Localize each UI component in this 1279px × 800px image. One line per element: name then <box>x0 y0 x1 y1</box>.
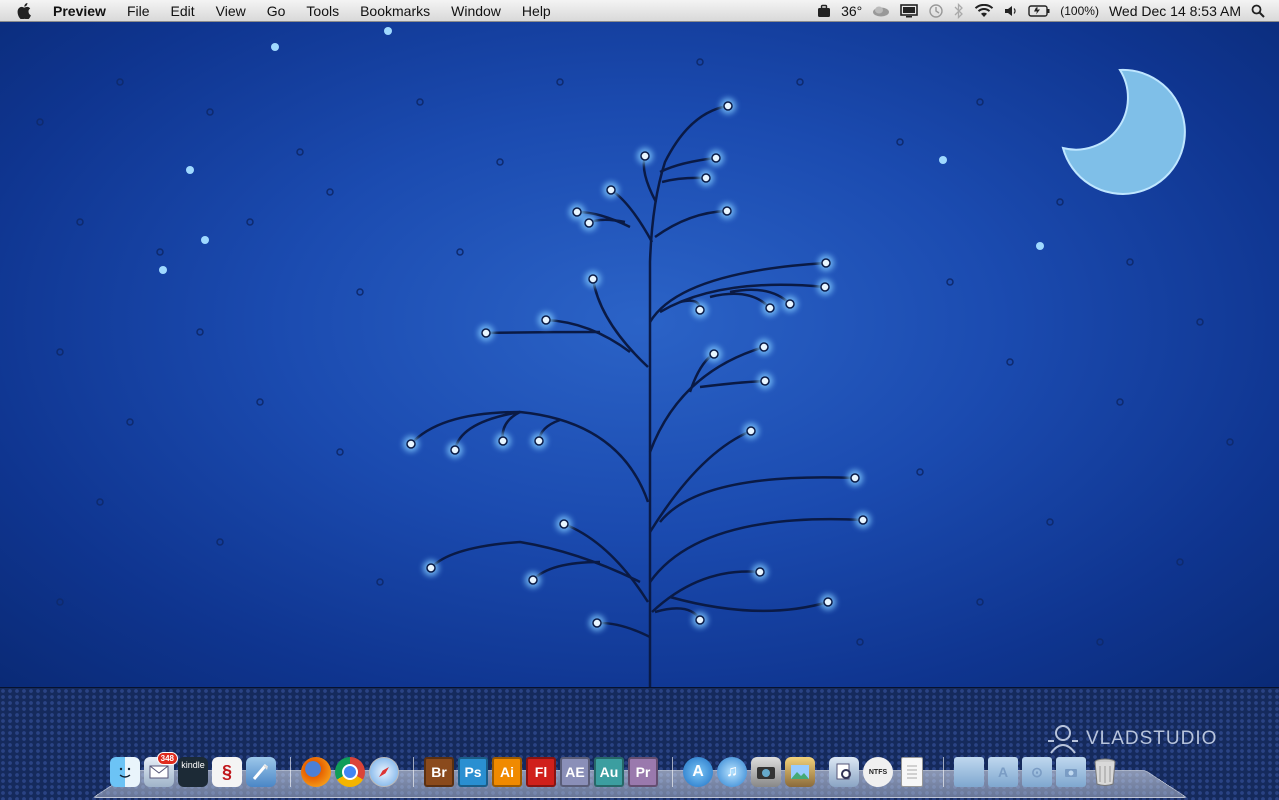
apple-menu-icon[interactable] <box>17 2 37 19</box>
document-icon[interactable] <box>901 757 923 787</box>
mail-unread-badge: 348 <box>156 752 178 765</box>
kindle-label: kindle <box>181 760 205 770</box>
itunes-icon[interactable]: ♫ <box>717 757 747 787</box>
iphoto-icon[interactable] <box>785 757 815 787</box>
wallpaper-art <box>36 27 1234 687</box>
menu-bar: Preview File Edit View Go Tools Bookmark… <box>0 0 1279 22</box>
bluetooth-icon[interactable] <box>954 3 964 19</box>
time-machine-icon[interactable] <box>928 3 944 19</box>
clock-datetime[interactable]: Wed Dec 14 8:53 AM <box>1109 3 1241 19</box>
illustrator-icon[interactable]: Ai <box>492 757 522 787</box>
menu-window[interactable]: Window <box>451 3 501 19</box>
audition-icon[interactable]: Au <box>594 757 624 787</box>
battery-icon[interactable] <box>1028 5 1050 17</box>
menu-tools[interactable]: Tools <box>306 3 339 19</box>
dock-separator <box>290 757 291 787</box>
app-store-icon[interactable]: A <box>683 757 713 787</box>
flash-icon[interactable]: Fl <box>526 757 556 787</box>
vladstudio-logo-icon <box>1048 725 1078 754</box>
applications-folder-icon[interactable]: A <box>988 757 1018 787</box>
battery-percent[interactable]: (100%) <box>1060 4 1099 18</box>
weather-cloud-icon[interactable] <box>872 5 890 17</box>
status-menus: 36° (100%) Wed Dec 14 8:53 AM <box>817 0 1279 22</box>
bridge-icon[interactable]: Br <box>424 757 454 787</box>
briefcase-icon[interactable] <box>817 4 831 18</box>
dock-separator <box>943 757 944 787</box>
dock: 348 kindle § Br Ps Ai Fl AE Au Pr A ♫ NT… <box>110 752 1180 789</box>
spotlight-search-icon[interactable] <box>1251 4 1265 18</box>
xcode-icon[interactable] <box>246 757 276 787</box>
menu-help[interactable]: Help <box>522 3 551 19</box>
folder-icon[interactable] <box>954 757 984 787</box>
kindle-icon[interactable]: kindle <box>178 757 208 787</box>
finder-icon[interactable] <box>110 757 140 787</box>
menu-edit[interactable]: Edit <box>171 3 195 19</box>
vladstudio-watermark: VLADSTUDIO <box>1046 723 1217 755</box>
after-effects-icon[interactable]: AE <box>560 757 590 787</box>
temperature-text[interactable]: 36° <box>841 3 862 19</box>
menu-view[interactable]: View <box>216 3 246 19</box>
mail-icon[interactable]: 348 <box>144 752 178 787</box>
chrome-icon[interactable] <box>335 757 365 787</box>
photoshop-icon[interactable]: Ps <box>458 757 488 787</box>
menu-go[interactable]: Go <box>267 3 286 19</box>
dock-separator <box>672 757 673 787</box>
app-menu-preview[interactable]: Preview <box>53 3 106 19</box>
pictures-folder-icon[interactable] <box>1056 757 1086 787</box>
image-capture-icon[interactable] <box>751 757 781 787</box>
preview-icon[interactable] <box>829 757 859 787</box>
premiere-icon[interactable]: Pr <box>628 757 658 787</box>
ntfs-label: NTFS <box>868 768 888 776</box>
downloads-folder-icon[interactable]: ⊙ <box>1022 757 1052 787</box>
safari-icon[interactable] <box>369 757 399 787</box>
menu-bookmarks[interactable]: Bookmarks <box>360 3 430 19</box>
display-icon[interactable] <box>900 4 919 18</box>
dock-separator <box>413 757 414 787</box>
wifi-icon[interactable] <box>974 4 994 18</box>
trash-icon[interactable] <box>1090 757 1120 787</box>
firefox-icon[interactable] <box>301 757 331 787</box>
ntfs-icon[interactable]: NTFS <box>863 757 893 787</box>
vladstudio-text: VLADSTUDIO <box>1086 728 1218 749</box>
sbp-icon[interactable]: § <box>212 757 242 787</box>
desktop-wallpaper <box>0 22 1279 687</box>
volume-icon[interactable] <box>1004 5 1018 17</box>
menu-file[interactable]: File <box>127 3 150 19</box>
